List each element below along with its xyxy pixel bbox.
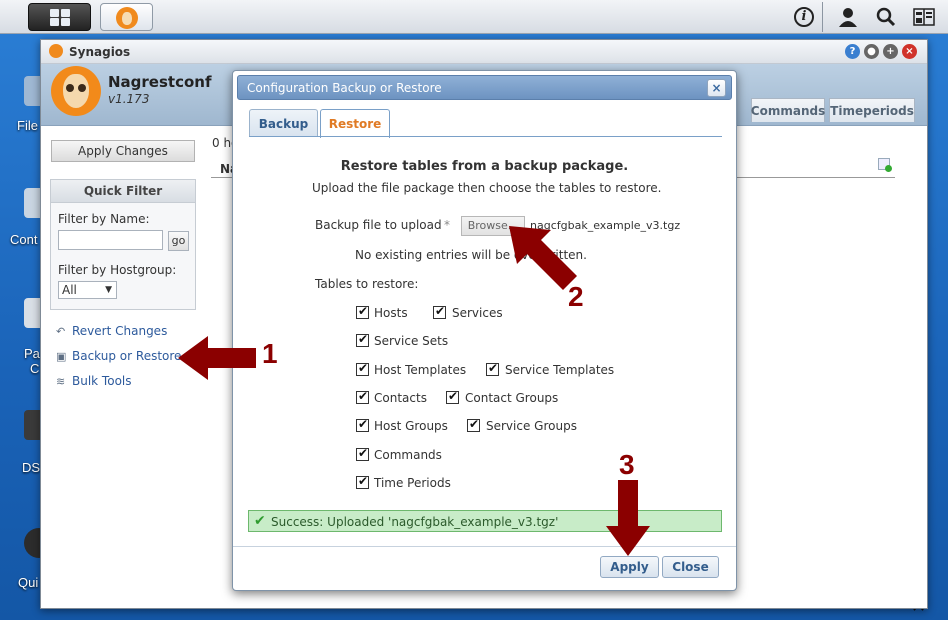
tab-restore[interactable]: Restore [320, 109, 390, 138]
checkbox-host-groups[interactable] [356, 417, 369, 432]
checkbox-label: Contacts [374, 391, 427, 405]
backup-file-label: Backup file to upload [315, 218, 442, 232]
undo-icon: ↶ [56, 324, 66, 338]
grid-icon [50, 9, 70, 26]
search-icon[interactable] [873, 0, 899, 34]
main-menu-button[interactable] [28, 3, 91, 31]
taskbar-separator [822, 2, 823, 32]
bulk-tools-link[interactable]: ≋ Bulk Tools [56, 374, 132, 388]
checkbox-commands[interactable] [356, 446, 369, 461]
backup-or-restore-link[interactable]: ▣ Backup or Restore [56, 349, 181, 363]
desktop-label: DS [22, 460, 41, 475]
checkbox-contacts[interactable] [356, 389, 369, 404]
close-window-icon[interactable]: × [902, 44, 917, 59]
checkbox-time-periods[interactable] [356, 474, 369, 489]
window-titlebar[interactable]: Synagios ? ● + × [41, 40, 927, 64]
checkbox-label: Hosts [374, 306, 408, 320]
filter-by-name-label: Filter by Name: [58, 212, 150, 226]
quick-filter-title: Quick Filter [51, 180, 195, 203]
required-mark: * [444, 218, 450, 232]
apply-changes-button[interactable]: Apply Changes [51, 140, 195, 162]
backup-or-restore-label: Backup or Restore [72, 349, 182, 363]
desktop-label: File [17, 118, 38, 133]
tab-underline [249, 136, 722, 137]
dialog-footer-divider [233, 546, 736, 547]
taskbar-app-synagios[interactable] [100, 3, 153, 31]
tab-backup[interactable]: Backup [249, 109, 318, 137]
close-button[interactable]: Close [662, 556, 719, 578]
desktop-label: Pa [24, 346, 40, 361]
checkbox-label: Host Templates [374, 363, 467, 377]
hostgroup-select[interactable]: All ▼ [58, 281, 117, 299]
dialog-title: Configuration Backup or Restore [247, 81, 442, 95]
bulk-tools-label: Bulk Tools [72, 374, 132, 388]
checkbox-label: Time Periods [374, 476, 451, 490]
dialog-titlebar[interactable]: Configuration Backup or Restore × [237, 75, 732, 100]
checkmark-icon: ✔ [254, 513, 266, 529]
desktop-label: Qui [18, 575, 39, 590]
hostgroup-select-value: All [62, 283, 77, 297]
dialog-close-button[interactable]: × [707, 79, 726, 97]
help-icon[interactable]: ? [845, 44, 860, 59]
backup-restore-dialog: Configuration Backup or Restore × Backup… [232, 70, 737, 591]
checkbox-services[interactable] [433, 304, 446, 319]
go-button[interactable]: go [168, 231, 189, 251]
archive-icon: ▣ [56, 349, 67, 363]
annotation-number-1: 1 [262, 338, 278, 369]
options-icon[interactable]: ● [864, 44, 879, 59]
checkbox-contact-groups[interactable] [446, 389, 459, 404]
revert-changes-label: Revert Changes [72, 324, 168, 338]
annotation-arrow-1 [178, 336, 256, 380]
apply-button[interactable]: Apply [600, 556, 659, 578]
checkbox-service-groups[interactable] [467, 417, 480, 432]
checkbox-label: Contact Groups [465, 391, 559, 405]
annotation-number-3: 3 [619, 449, 635, 480]
desktop-label: C [30, 361, 40, 376]
annotation-arrow-3 [606, 480, 650, 556]
checkbox-service-templates[interactable] [486, 361, 499, 376]
filter-by-name-input[interactable] [58, 230, 163, 250]
layers-icon: ≋ [56, 374, 66, 388]
filter-by-hostgroup-label: Filter by Hostgroup: [58, 263, 177, 277]
app-logo-icon [49, 44, 63, 58]
checkbox-label: Service Templates [505, 363, 615, 377]
chevron-down-icon: ▼ [105, 285, 112, 295]
window-title: Synagios [69, 45, 131, 59]
checkbox-label: Service Groups [486, 419, 577, 433]
desktop-label: Cont [10, 232, 38, 247]
maximize-icon[interactable]: + [883, 44, 898, 59]
info-icon[interactable]: i [791, 0, 817, 34]
widgets-icon[interactable] [911, 0, 937, 34]
checkbox-label: Services [452, 306, 503, 320]
user-icon[interactable] [835, 0, 861, 34]
meerkat-logo-icon [51, 66, 101, 116]
restore-heading: Restore tables from a backup package. [340, 159, 629, 174]
tables-to-restore-label: Tables to restore: [315, 277, 419, 291]
success-text: Success: Uploaded 'nagcfgbak_example_v3.… [271, 515, 559, 529]
checkbox-host-templates[interactable] [356, 361, 369, 376]
checkbox-hosts[interactable] [356, 304, 369, 319]
revert-changes-link[interactable]: ↶ Revert Changes [56, 324, 167, 338]
checkbox-label: Service Sets [374, 334, 449, 348]
checkbox-label: Host Groups [374, 419, 448, 433]
meerkat-icon [116, 7, 138, 29]
quick-filter-panel: Quick Filter Filter by Name: go Filter b… [50, 179, 196, 310]
app-name: Nagrestconf [108, 73, 212, 91]
tab-timeperiods[interactable]: Timeperiods [829, 98, 915, 122]
restore-instruction: Upload the file package then choose the … [312, 181, 662, 195]
annotation-number-2: 2 [568, 281, 584, 312]
tab-commands[interactable]: Commands [751, 98, 825, 122]
taskbar: i [0, 0, 948, 34]
checkbox-service-sets[interactable] [356, 332, 369, 347]
app-version: v1.173 [108, 92, 150, 106]
add-item-icon[interactable] [878, 158, 892, 172]
checkbox-label: Commands [374, 448, 442, 462]
